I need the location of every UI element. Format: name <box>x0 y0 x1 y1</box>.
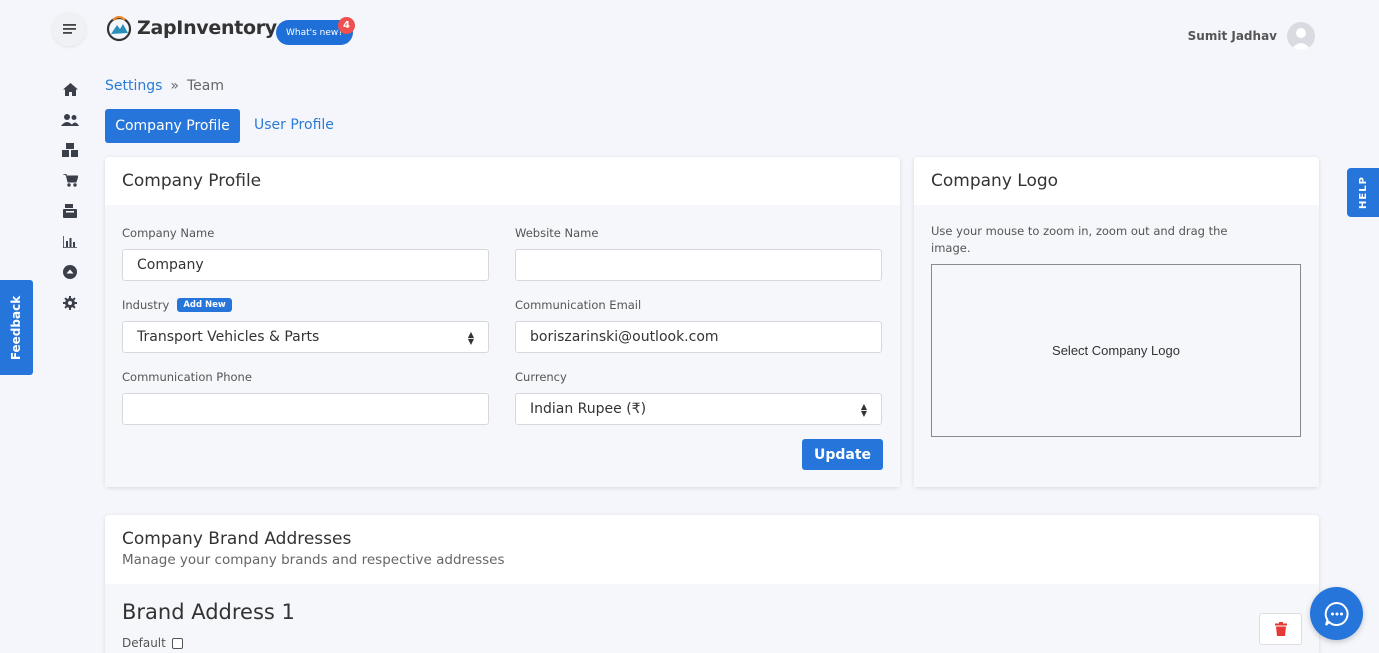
industry-label-text: Industry <box>122 298 170 312</box>
home-icon <box>62 82 78 96</box>
communication-phone-label-text: Communication Phone <box>122 370 252 384</box>
brand-address-title: Brand Address 1 <box>122 600 295 624</box>
card-title: Company Logo <box>914 157 1319 205</box>
logo-mark-icon <box>106 15 132 42</box>
currency-selected-value: Indian Rupee (₹) <box>530 401 647 417</box>
breadcrumb-settings-link[interactable]: Settings <box>105 78 162 94</box>
communication-email-label-text: Communication Email <box>515 298 642 312</box>
whats-new-button[interactable]: What's new? 4 <box>276 17 355 45</box>
sidebar-item-home[interactable] <box>58 74 82 105</box>
chat-widget-button[interactable] <box>1310 587 1363 640</box>
cart-icon <box>62 174 78 187</box>
reports-icon <box>63 235 77 248</box>
notification-count-badge: 4 <box>338 17 355 34</box>
brand-addresses-card: Company Brand Addresses Manage your comp… <box>105 515 1319 653</box>
sidebar-item-integrations[interactable] <box>58 257 82 288</box>
upload-icon <box>63 265 77 280</box>
select-arrows-icon: ▲ ▼ <box>860 402 867 418</box>
currency-label: Currency <box>515 370 567 384</box>
website-name-label-text: Website Name <box>515 226 599 240</box>
default-label: Default <box>122 636 166 650</box>
currency-select[interactable]: Indian Rupee (₹) ▲ ▼ <box>515 393 882 425</box>
delete-brand-address-button[interactable] <box>1259 613 1302 645</box>
currency-label-text: Currency <box>515 370 567 384</box>
default-checkbox[interactable] <box>171 637 183 649</box>
card-title: Company Profile <box>105 157 900 205</box>
whats-new-label: What's new? <box>285 27 344 38</box>
brand-addresses-header: Company Brand Addresses Manage your comp… <box>105 515 1319 584</box>
help-tab[interactable]: HELP <box>1347 168 1379 217</box>
brand-addresses-title: Company Brand Addresses <box>122 529 352 549</box>
communication-email-input[interactable]: boriszarinski@outlook.com <box>515 321 882 353</box>
industry-selected-value: Transport Vehicles & Parts <box>137 329 320 345</box>
sidebar-item-orders[interactable] <box>58 166 82 197</box>
tab-company-profile[interactable]: Company Profile <box>105 109 240 143</box>
default-row: Default <box>122 636 183 650</box>
sidebar-item-pos[interactable] <box>58 196 82 227</box>
avatar <box>1287 22 1315 50</box>
user-avatar-icon <box>1291 28 1311 50</box>
inventory-icon <box>62 143 78 158</box>
user-menu[interactable]: Sumit Jadhav <box>1188 22 1315 50</box>
users-icon <box>61 113 79 126</box>
breadcrumb: Settings » Team <box>105 78 224 94</box>
company-name-label-text: Company Name <box>122 226 215 240</box>
menu-toggle-button[interactable] <box>52 12 86 46</box>
user-name: Sumit Jadhav <box>1187 29 1277 43</box>
breadcrumb-current: Team <box>187 78 225 94</box>
brand-address-section: Brand Address 1 Default <box>105 584 1319 653</box>
logo-hint-text: Use your mouse to zoom in, zoom out and … <box>931 224 1228 255</box>
app-logo[interactable]: ZapInventory <box>105 14 277 42</box>
feedback-tab[interactable]: Feedback <box>0 280 33 375</box>
communication-email-label: Communication Email <box>515 298 641 312</box>
website-name-label: Website Name <box>515 226 598 240</box>
tab-user-profile[interactable]: User Profile <box>254 117 334 133</box>
company-profile-form: Company Name Company Website Name Indust… <box>105 205 900 487</box>
company-logo-body: Use your mouse to zoom in, zoom out and … <box>914 205 1319 487</box>
brand-addresses-subtitle: Manage your company brands and respectiv… <box>122 552 505 568</box>
website-name-input[interactable] <box>515 249 882 281</box>
app-name: ZapInventory <box>137 17 277 39</box>
add-new-industry-button[interactable]: Add New <box>177 298 232 312</box>
select-company-logo-area[interactable]: Select Company Logo <box>931 264 1301 437</box>
breadcrumb-separator: » <box>170 78 179 94</box>
gear-icon <box>63 295 77 310</box>
select-arrows-icon: ▲ ▼ <box>467 330 474 346</box>
company-logo-card: Company Logo Use your mouse to zoom in, … <box>914 157 1319 487</box>
company-profile-card: Company Profile Company Name Company Web… <box>105 157 900 487</box>
update-button[interactable]: Update <box>802 439 883 470</box>
company-name-label: Company Name <box>122 226 214 240</box>
chat-bubble-icon <box>1324 601 1349 626</box>
register-icon <box>63 204 77 219</box>
sidebar-item-inventory[interactable] <box>58 135 82 166</box>
trash-icon <box>1274 622 1287 636</box>
communication-phone-label: Communication Phone <box>122 370 252 384</box>
sidebar-item-settings[interactable] <box>58 288 82 319</box>
feedback-label: Feedback <box>9 295 24 360</box>
hamburger-icon <box>62 24 76 34</box>
sidebar <box>58 74 82 318</box>
help-label: HELP <box>1357 176 1369 209</box>
sidebar-item-reports[interactable] <box>58 227 82 258</box>
industry-select[interactable]: Transport Vehicles & Parts ▲ ▼ <box>122 321 489 353</box>
communication-phone-input[interactable] <box>122 393 489 425</box>
sidebar-item-users[interactable] <box>58 105 82 136</box>
company-name-input[interactable]: Company <box>122 249 489 281</box>
industry-label: Industry Add New <box>122 298 232 312</box>
